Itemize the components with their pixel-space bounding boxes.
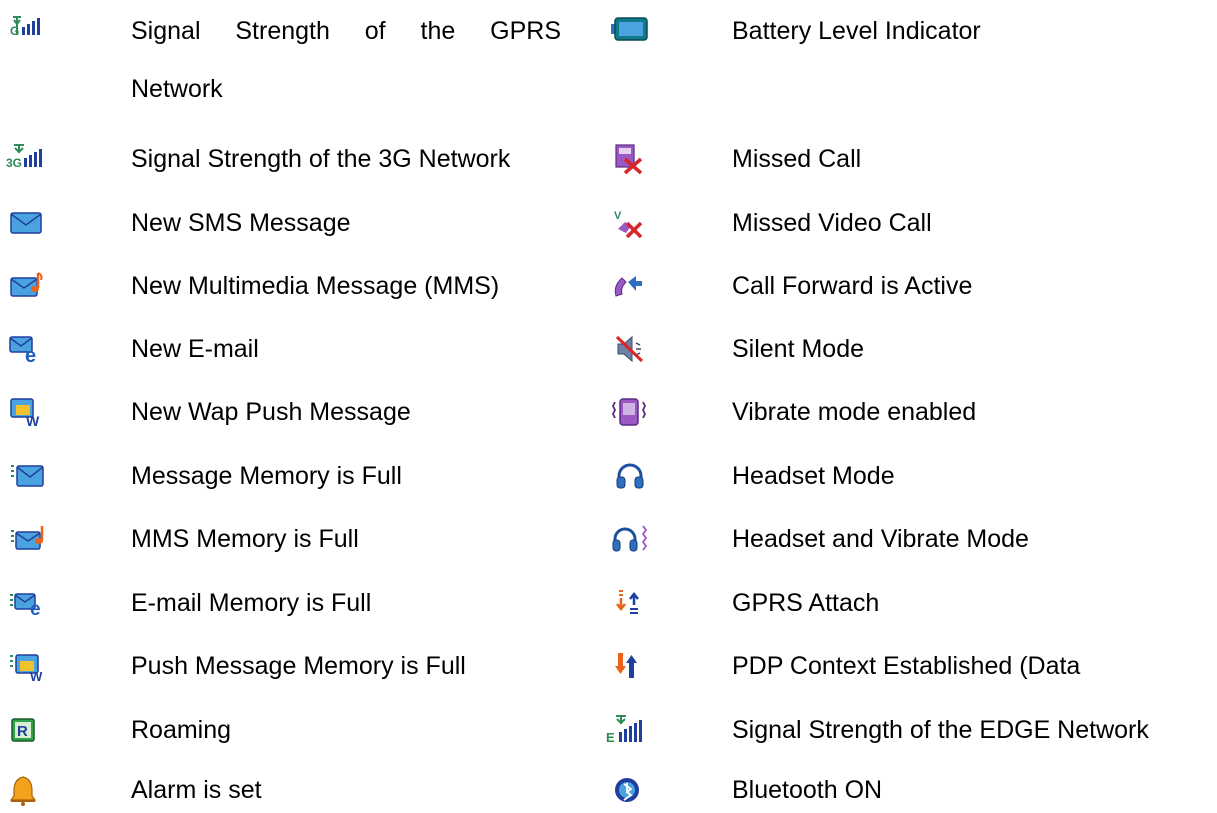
headset-vibrate-label: Headset and Vibrate Mode [732, 525, 1029, 553]
gprs-signal-label-text: Signal Strength of the GPRS [131, 17, 561, 45]
headset-label: Headset Mode [732, 462, 895, 490]
3g-signal-label: Signal Strength of the 3G Network [131, 145, 511, 173]
missed-video-call-icon: V [610, 207, 650, 239]
svg-text:W: W [30, 669, 43, 682]
silent-mode-label: Silent Mode [732, 335, 865, 363]
3g-signal-icon: 3G [6, 143, 46, 175]
edge-signal-icon: E [606, 714, 646, 746]
headset-vibrate-icon [610, 523, 650, 555]
wap-push-label: New Wap Push Message [131, 398, 411, 426]
vibrate-icon [612, 396, 652, 428]
sms-envelope-icon [8, 207, 48, 239]
battery-icon [610, 13, 650, 45]
svg-text:R: R [17, 723, 28, 740]
svg-text:e: e [25, 345, 36, 365]
missed-call-label: Missed Call [732, 145, 862, 173]
mms-memory-full-icon [8, 523, 48, 555]
message-memory-full-icon [8, 460, 48, 492]
roaming-label: Roaming [131, 716, 232, 744]
mms-memory-full-label: MMS Memory is Full [131, 525, 359, 553]
message-memory-full-label: Message Memory is Full [131, 462, 402, 490]
bluetooth-icon [610, 774, 650, 806]
svg-text:G: G [10, 24, 19, 38]
wap-push-icon: W [8, 396, 48, 428]
gprs-signal-icon: G [8, 13, 48, 45]
missed-call-icon [610, 143, 650, 175]
gprs-signal-label: Signal Strength of the GPRS Network [131, 19, 561, 102]
email-label: New E-mail [131, 335, 259, 363]
push-memory-full-icon: W [8, 650, 48, 682]
svg-text:E: E [606, 730, 615, 745]
status-icon-legend: G Signal Strength of the GPRS Network 3G… [0, 0, 1217, 813]
battery-label: Battery Level Indicator [732, 17, 981, 45]
svg-text:e: e [30, 599, 41, 619]
email-memory-full-label: E-mail Memory is Full [131, 589, 372, 617]
bluetooth-label: Bluetooth ON [732, 776, 883, 804]
missed-video-call-label: Missed Video Call [732, 209, 932, 237]
pdp-context-label: PDP Context Established (Data [732, 652, 1081, 680]
svg-text:W: W [26, 413, 40, 428]
svg-text:V: V [614, 210, 622, 222]
gprs-attach-icon [610, 587, 650, 619]
roaming-icon: R [8, 714, 48, 746]
edge-signal-label: Signal Strength of the EDGE Network [732, 716, 1149, 744]
pdp-context-icon [610, 650, 650, 682]
headset-icon [612, 460, 652, 492]
email-envelope-icon: e [8, 333, 48, 365]
push-memory-full-label: Push Message Memory is Full [131, 652, 466, 680]
mms-label: New Multimedia Message (MMS) [131, 272, 500, 300]
mms-envelope-icon [8, 270, 48, 302]
svg-text:3G: 3G [6, 156, 22, 170]
vibrate-label: Vibrate mode enabled [732, 398, 977, 426]
gprs-attach-label: GPRS Attach [732, 589, 880, 617]
alarm-label: Alarm is set [131, 776, 262, 804]
gprs-signal-label-cont: Network [131, 75, 223, 103]
sms-label: New SMS Message [131, 209, 351, 237]
call-forward-icon [608, 270, 648, 302]
call-forward-label: Call Forward is Active [732, 272, 973, 300]
email-memory-full-icon: e [8, 587, 48, 619]
alarm-bell-icon [8, 774, 48, 806]
silent-mode-icon [612, 333, 652, 365]
